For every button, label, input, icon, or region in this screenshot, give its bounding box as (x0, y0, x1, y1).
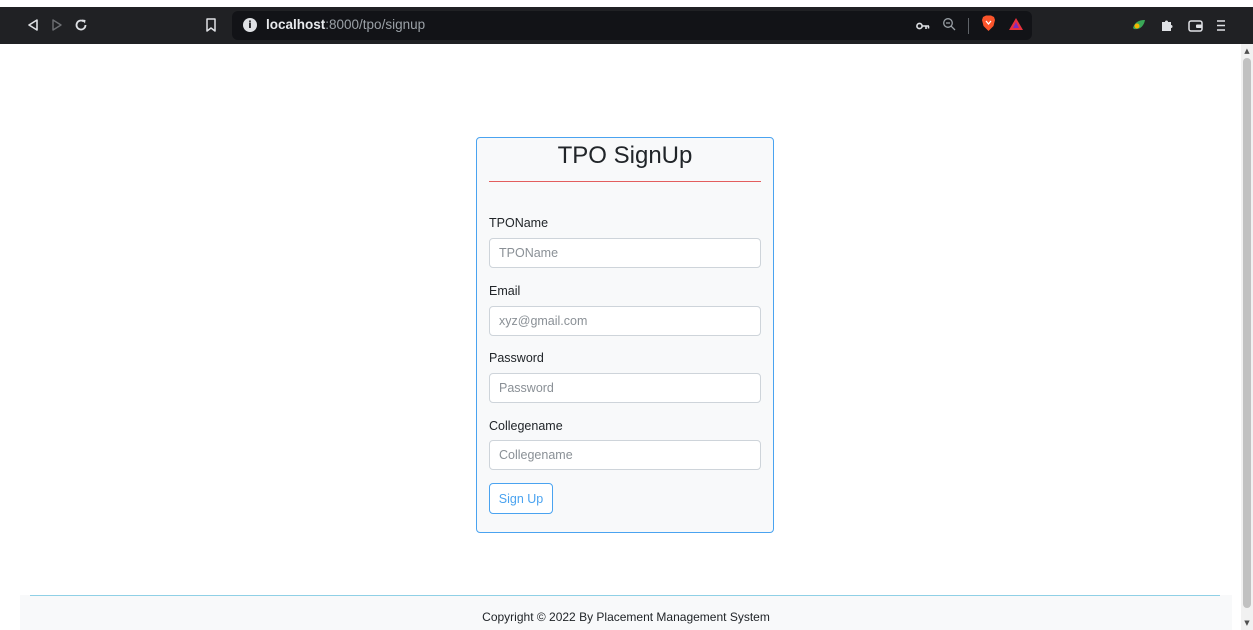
address-bar[interactable]: i localhost:8000/tpo/signup (232, 11, 1032, 40)
password-label: Password (489, 351, 544, 365)
wallet-icon[interactable] (1184, 14, 1206, 36)
url-host: localhost (266, 17, 326, 32)
key-icon[interactable] (916, 16, 930, 35)
form-title: TPO SignUp (557, 142, 693, 169)
scroll-thumb[interactable] (1243, 58, 1251, 608)
collegename-label: Collegename (489, 419, 563, 433)
url-path: :8000/tpo/signup (325, 17, 426, 32)
email-label: Email (489, 284, 521, 298)
site-info-icon[interactable]: i (243, 18, 257, 32)
page-footer: Copyright © 2022 By Placement Management… (20, 595, 1232, 630)
email-input[interactable] (489, 306, 761, 336)
title-divider (489, 181, 761, 182)
address-bar-actions (916, 15, 1024, 36)
back-icon[interactable] (22, 14, 44, 36)
brave-shield-icon[interactable] (981, 15, 996, 36)
tponame-label: TPOName (489, 216, 549, 230)
tpo-signup-form: TPO SignUp TPOName Email Password Colleg… (476, 137, 774, 533)
sign-up-button[interactable]: Sign Up (489, 483, 553, 514)
reload-icon[interactable] (70, 14, 92, 36)
copyright-text: Copyright © 2022 By Placement Management… (482, 610, 770, 624)
url-text[interactable]: localhost:8000/tpo/signup (266, 17, 425, 32)
password-input[interactable] (489, 373, 761, 403)
collegename-input[interactable] (489, 440, 761, 470)
divider (968, 17, 969, 34)
page-scrollbar[interactable]: ▲ ▼ (1241, 44, 1253, 630)
tponame-input[interactable] (489, 238, 761, 268)
forward-icon[interactable] (46, 14, 68, 36)
scroll-down-arrow-icon[interactable]: ▼ (1243, 619, 1251, 627)
zoom-icon[interactable] (942, 16, 956, 35)
brave-rewards-icon[interactable] (1008, 16, 1024, 35)
bookmark-icon[interactable] (200, 14, 222, 36)
menu-icon[interactable] (1210, 14, 1232, 36)
browser-toolbar: i localhost:8000/tpo/signup (0, 7, 1253, 44)
scroll-up-arrow-icon[interactable]: ▲ (1243, 47, 1251, 55)
extensions-puzzle-icon[interactable] (1156, 14, 1178, 36)
window-top-strip (0, 0, 1253, 7)
footer-divider (30, 595, 1220, 596)
extension-leaf-icon[interactable] (1128, 14, 1150, 36)
